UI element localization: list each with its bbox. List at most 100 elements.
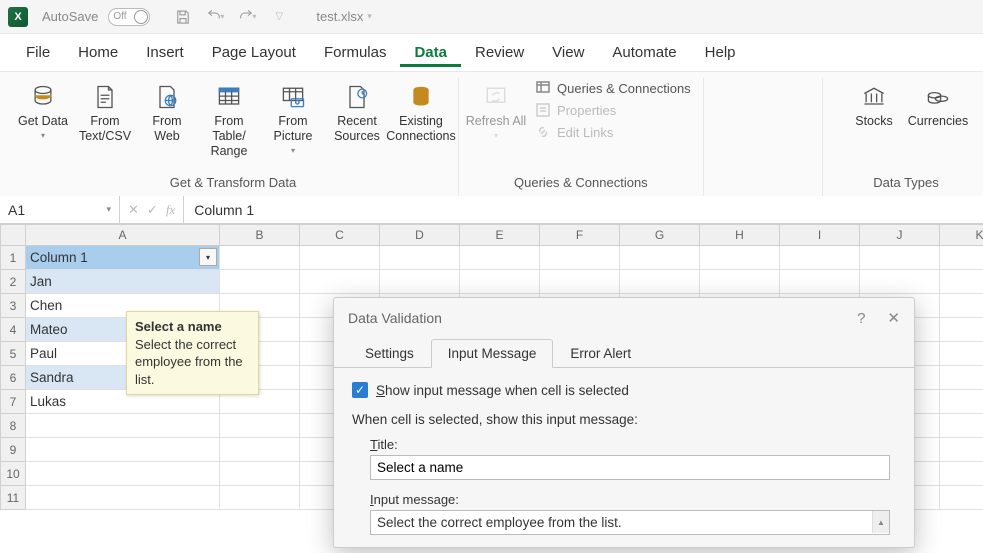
- cell[interactable]: [26, 438, 220, 462]
- cell[interactable]: [940, 414, 983, 438]
- from-textcsv-button[interactable]: From Text/CSV: [74, 78, 136, 148]
- cell[interactable]: [620, 270, 700, 294]
- row-header[interactable]: 4: [0, 318, 26, 342]
- cell[interactable]: [780, 246, 860, 270]
- cell[interactable]: [380, 246, 460, 270]
- column-header[interactable]: C: [300, 224, 380, 246]
- tab-formulas[interactable]: Formulas: [310, 38, 401, 67]
- cell[interactable]: [620, 246, 700, 270]
- name-box[interactable]: A1 ▾: [0, 196, 120, 223]
- cell[interactable]: [780, 270, 860, 294]
- existing-connections-button[interactable]: Existing Connections: [390, 78, 452, 148]
- dialog-tab-input-message[interactable]: Input Message: [431, 339, 554, 368]
- cell[interactable]: [940, 486, 983, 510]
- cell[interactable]: [940, 270, 983, 294]
- dialog-titlebar[interactable]: Data Validation ? ✕: [334, 298, 914, 338]
- column-header[interactable]: G: [620, 224, 700, 246]
- column-header[interactable]: A: [26, 224, 220, 246]
- refresh-all-button[interactable]: Refresh All ▾: [465, 78, 527, 145]
- column-header[interactable]: D: [380, 224, 460, 246]
- scrollbar-up-icon[interactable]: ▲: [872, 511, 889, 533]
- cell[interactable]: [300, 246, 380, 270]
- cell[interactable]: [860, 246, 940, 270]
- cell[interactable]: [460, 246, 540, 270]
- row-header[interactable]: 5: [0, 342, 26, 366]
- cell[interactable]: [26, 414, 220, 438]
- tab-help[interactable]: Help: [691, 38, 750, 67]
- cell[interactable]: [460, 270, 540, 294]
- cell[interactable]: [700, 246, 780, 270]
- autosave-toggle[interactable]: Off: [108, 8, 150, 26]
- cell[interactable]: [220, 438, 300, 462]
- cell[interactable]: [940, 294, 983, 318]
- cell[interactable]: [860, 270, 940, 294]
- row-header[interactable]: 3: [0, 294, 26, 318]
- row-header[interactable]: 2: [0, 270, 26, 294]
- column-header[interactable]: F: [540, 224, 620, 246]
- row-header[interactable]: 7: [0, 390, 26, 414]
- cancel-icon[interactable]: ✕: [128, 202, 139, 218]
- cell[interactable]: [220, 486, 300, 510]
- tab-home[interactable]: Home: [64, 38, 132, 67]
- cell[interactable]: [540, 270, 620, 294]
- cell[interactable]: [26, 486, 220, 510]
- row-header[interactable]: 8: [0, 414, 26, 438]
- from-picture-button[interactable]: From Picture ▾: [262, 78, 324, 160]
- tab-review[interactable]: Review: [461, 38, 538, 67]
- cell[interactable]: [940, 438, 983, 462]
- tab-automate[interactable]: Automate: [598, 38, 690, 67]
- enter-icon[interactable]: ✓: [147, 202, 158, 218]
- column-header[interactable]: H: [700, 224, 780, 246]
- tab-page-layout[interactable]: Page Layout: [198, 38, 310, 67]
- cell[interactable]: [220, 414, 300, 438]
- tab-insert[interactable]: Insert: [132, 38, 198, 67]
- from-table-button[interactable]: From Table/ Range: [198, 78, 260, 163]
- formula-input[interactable]: Column 1: [184, 196, 983, 223]
- row-header[interactable]: 11: [0, 486, 26, 510]
- help-icon[interactable]: ?: [857, 310, 865, 327]
- recent-sources-button[interactable]: Recent Sources: [326, 78, 388, 148]
- tab-file[interactable]: File: [12, 38, 64, 67]
- row-header[interactable]: 6: [0, 366, 26, 390]
- cell[interactable]: [700, 270, 780, 294]
- tab-data[interactable]: Data: [400, 38, 461, 67]
- cell[interactable]: [26, 462, 220, 486]
- column-header[interactable]: E: [460, 224, 540, 246]
- currencies-button[interactable]: Currencies: [907, 78, 969, 133]
- save-icon[interactable]: [174, 8, 192, 26]
- show-input-message-checkbox[interactable]: ✓ Show input message when cell is select…: [352, 382, 896, 398]
- stocks-button[interactable]: Stocks: [843, 78, 905, 133]
- input-message-textarea[interactable]: Select the correct employee from the lis…: [370, 510, 890, 535]
- cell-a2[interactable]: Jan: [26, 270, 220, 294]
- redo-icon[interactable]: ▾: [238, 8, 256, 26]
- dialog-tab-error-alert[interactable]: Error Alert: [553, 339, 648, 368]
- cell[interactable]: [300, 270, 380, 294]
- title-input[interactable]: [370, 455, 890, 480]
- cell[interactable]: [540, 246, 620, 270]
- cell[interactable]: [220, 246, 300, 270]
- from-web-button[interactable]: From Web: [138, 78, 196, 148]
- filename-label[interactable]: test.xlsx ▾: [316, 9, 372, 24]
- cell[interactable]: [380, 270, 460, 294]
- cell[interactable]: [940, 246, 983, 270]
- row-header[interactable]: 10: [0, 462, 26, 486]
- tab-view[interactable]: View: [538, 38, 598, 67]
- row-header[interactable]: 1: [0, 246, 26, 270]
- cell[interactable]: [220, 462, 300, 486]
- dialog-tab-settings[interactable]: Settings: [348, 339, 431, 368]
- column-header[interactable]: I: [780, 224, 860, 246]
- column-header[interactable]: K: [940, 224, 983, 246]
- close-icon[interactable]: ✕: [887, 309, 900, 327]
- undo-icon[interactable]: ▾: [206, 8, 224, 26]
- cell[interactable]: [940, 318, 983, 342]
- cell[interactable]: [220, 270, 300, 294]
- column-header[interactable]: B: [220, 224, 300, 246]
- cell[interactable]: [940, 390, 983, 414]
- cell[interactable]: [940, 342, 983, 366]
- queries-connections-button[interactable]: Queries & Connections: [535, 80, 691, 96]
- row-header[interactable]: 9: [0, 438, 26, 462]
- cell-a1[interactable]: Column 1▾: [26, 246, 220, 270]
- cell[interactable]: [940, 366, 983, 390]
- select-all-corner[interactable]: [0, 224, 26, 246]
- qat-customize-icon[interactable]: ▽: [270, 8, 288, 26]
